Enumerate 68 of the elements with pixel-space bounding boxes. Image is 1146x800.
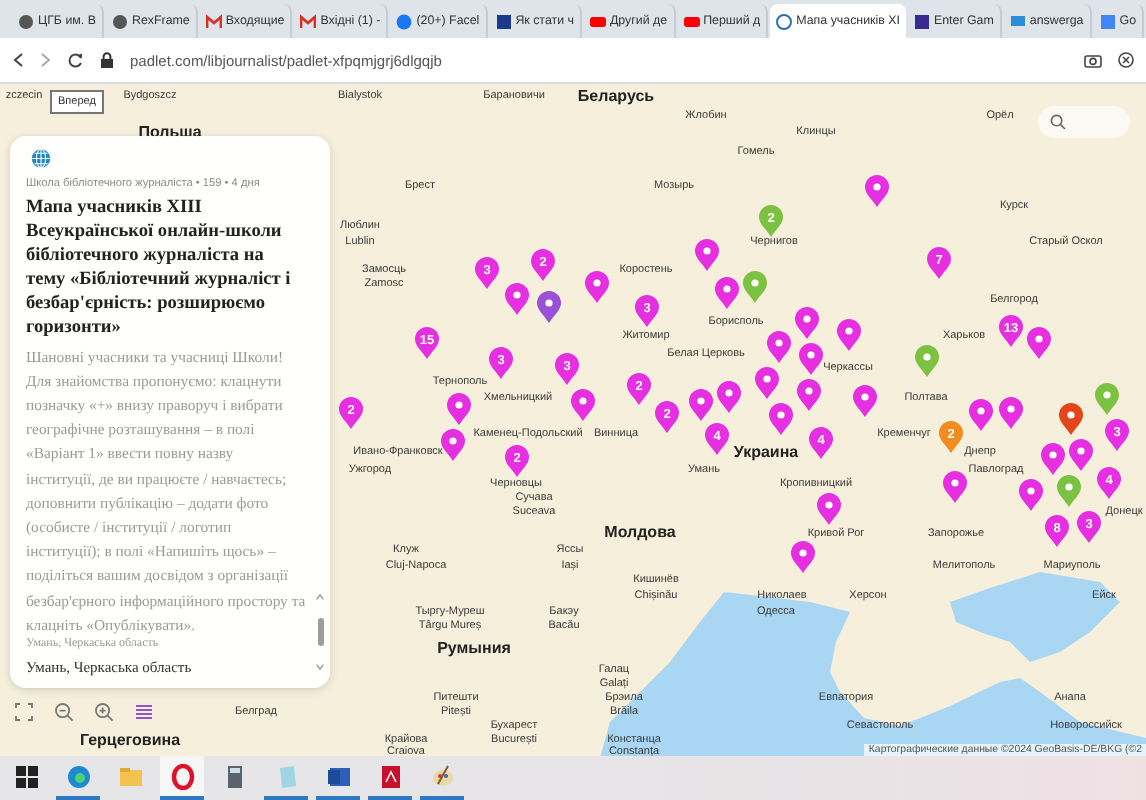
list-button[interactable]	[132, 700, 156, 724]
country-label: Беларусь	[577, 87, 655, 105]
map-pin[interactable]	[439, 427, 465, 461]
map-pin[interactable]	[1025, 325, 1051, 359]
map-pin[interactable]	[569, 387, 595, 421]
scroll-up-icon[interactable]	[316, 594, 324, 600]
country-label: Герцеговина	[79, 731, 181, 749]
map-pin[interactable]	[815, 491, 841, 525]
square-icon	[1099, 13, 1116, 29]
country-label: Польша	[138, 123, 202, 141]
map-pin[interactable]	[793, 305, 819, 339]
folder-icon	[117, 763, 143, 789]
map-pin[interactable]	[693, 237, 719, 271]
square-icon	[495, 13, 512, 29]
map-background[interactable]	[0, 84, 1146, 756]
map-pin[interactable]	[445, 391, 471, 425]
map-pin[interactable]	[583, 269, 609, 303]
map-pin[interactable]	[789, 539, 815, 573]
map-pin[interactable]	[765, 329, 791, 363]
map-pin[interactable]	[967, 397, 993, 431]
circle-icon	[18, 13, 34, 29]
zoom-in-button[interactable]	[92, 700, 116, 724]
map-pin[interactable]	[741, 269, 767, 303]
circle-icon	[111, 13, 128, 29]
search-button[interactable]	[1038, 106, 1130, 138]
back-icon[interactable]	[12, 52, 24, 68]
map-pin[interactable]	[795, 377, 821, 411]
map-pin[interactable]	[1055, 473, 1081, 507]
map-pin[interactable]	[1057, 401, 1083, 435]
zoom-out-button[interactable]	[52, 700, 76, 724]
map-pin[interactable]	[767, 401, 793, 435]
scroll-down-icon[interactable]	[316, 664, 324, 670]
square-icon	[913, 13, 930, 29]
circle-icon	[396, 13, 413, 29]
map-pin[interactable]	[1067, 437, 1093, 471]
scrollbar-thumb[interactable]	[317, 618, 323, 646]
map-pin[interactable]	[863, 173, 889, 207]
map-pin[interactable]	[1093, 381, 1119, 415]
palette-icon	[429, 763, 455, 789]
country-label: Румыния	[437, 639, 511, 657]
map-pin[interactable]	[941, 469, 967, 503]
mail-icon	[300, 13, 317, 29]
country-label: Молдова	[604, 523, 676, 541]
reload-icon[interactable]	[68, 52, 84, 68]
search-icon	[1050, 114, 1066, 130]
windows-icon	[13, 763, 39, 789]
forward-icon[interactable]	[40, 52, 52, 68]
mail-icon	[205, 13, 222, 29]
map-pin[interactable]	[913, 343, 939, 377]
map-pin[interactable]	[1039, 441, 1065, 475]
map-pin[interactable]	[997, 395, 1023, 429]
map-pin[interactable]	[851, 383, 877, 417]
document-icon	[377, 763, 403, 789]
lock-icon	[100, 52, 114, 68]
map-pin[interactable]	[535, 289, 561, 323]
map-pin[interactable]	[713, 275, 739, 309]
post-title: Мапа учасників XIII Всеукраїнської онлайн-школи бібліотечного журналіста на тему «Бібліотечний журналіст і безбар'єрність: розширюємо горизонти»	[26, 195, 293, 340]
close-icon[interactable]	[1118, 52, 1134, 68]
camera-icon[interactable]	[1084, 52, 1102, 68]
map-pin[interactable]	[835, 317, 861, 351]
fullscreen-button[interactable]	[12, 700, 36, 724]
map-pin[interactable]	[797, 341, 823, 375]
map-pin[interactable]	[503, 281, 529, 315]
map-pin[interactable]	[687, 387, 713, 421]
map-pin[interactable]	[1017, 477, 1043, 511]
map-pin[interactable]	[715, 379, 741, 413]
map-pin[interactable]	[753, 365, 779, 399]
country-label: Украина	[733, 443, 799, 461]
